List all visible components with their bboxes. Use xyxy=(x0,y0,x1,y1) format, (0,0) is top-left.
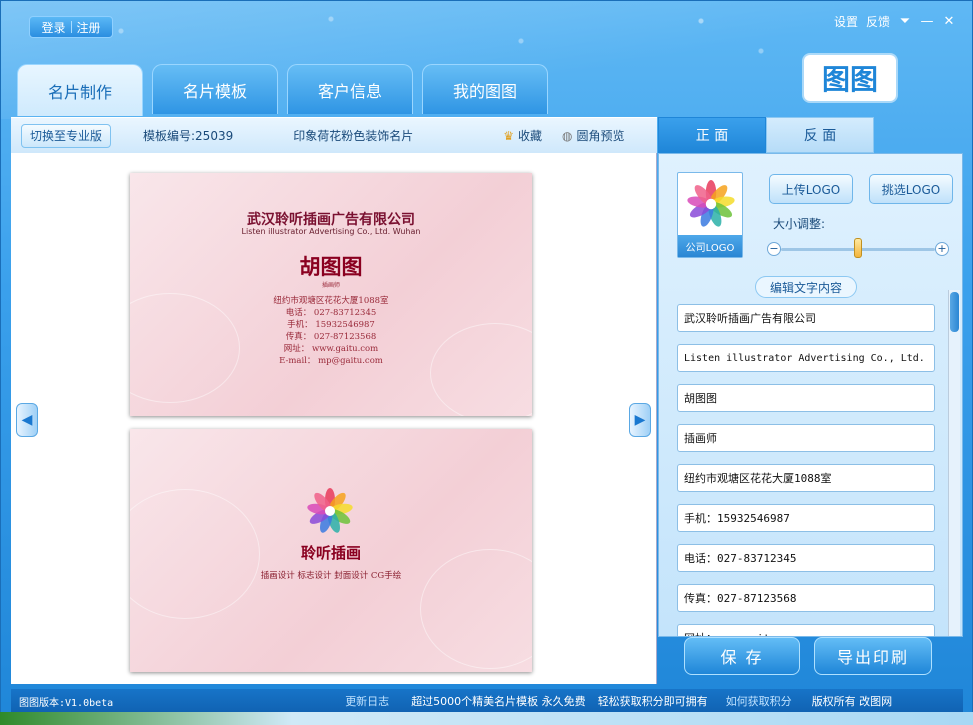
main-tabs: 名片制作 名片模板 客户信息 我的图图 xyxy=(17,64,548,116)
close-icon[interactable]: ✕ xyxy=(942,14,956,29)
desktop-background-strip xyxy=(0,712,973,725)
card-company: 武汉聆听插画广告有限公司 xyxy=(247,212,415,228)
favorite-label: 收藏 xyxy=(518,129,543,143)
auth-box: 登录 注册 xyxy=(29,16,113,38)
save-button[interactable]: 保 存 xyxy=(684,637,800,675)
round-preview-button[interactable]: ◍ 圆角预览 xyxy=(562,127,625,144)
preview-canvas: 武汉聆听插画广告有限公司 Listen illustrator Advertis… xyxy=(11,153,657,684)
card-email: E-mail： mp@gaitu.com xyxy=(279,356,383,366)
card-front-preview[interactable]: 武汉聆听插画广告有限公司 Listen illustrator Advertis… xyxy=(130,173,532,416)
card-tagline: 插画设计 标志设计 封面设计 CG手绘 xyxy=(260,571,402,581)
card-phone: 电话： 027-83712345 xyxy=(285,308,377,318)
side-tabs-filler xyxy=(874,117,963,153)
switch-pro-button[interactable]: 切换至专业版 xyxy=(21,123,111,148)
status-bar: 图图版本:V1.0beta 更新日志 超过5000个精美名片模板 永久免费 轻松… xyxy=(11,689,963,713)
card-mobile: 手机： 15932546987 xyxy=(287,320,375,330)
register-link[interactable]: 注册 xyxy=(72,19,106,36)
version-text: 图图版本:V1.0beta xyxy=(19,697,114,709)
scrollbar-thumb[interactable] xyxy=(950,292,959,332)
feedback-link[interactable]: 反馈 xyxy=(866,13,890,30)
flower-logo-icon xyxy=(687,180,735,227)
template-code: 模板编号:25039 xyxy=(143,129,234,143)
card-person-title: 插画师 xyxy=(321,282,340,289)
crown-icon: ♛ xyxy=(503,128,514,143)
side-tabs: 正 面 反 面 xyxy=(658,117,963,153)
copyright-text: 版权所有 改图网 xyxy=(811,695,893,708)
text-field-name[interactable]: 胡图图 xyxy=(677,384,935,412)
tab-customer-info[interactable]: 客户信息 xyxy=(287,64,413,114)
prev-arrow-icon[interactable]: ◀ xyxy=(16,403,38,437)
tab-front-side[interactable]: 正 面 xyxy=(658,117,766,153)
text-field-company[interactable]: 武汉聆听插画广告有限公司 xyxy=(677,304,935,332)
card-back-preview[interactable]: 聆听插画 插画设计 标志设计 封面设计 CG手绘 xyxy=(130,429,532,672)
text-field-fax[interactable]: 传真：027-87123568 xyxy=(677,584,935,612)
round-corner-icon: ◍ xyxy=(562,128,573,143)
flower-logo-icon xyxy=(307,488,353,533)
card-contact-lines: 纽约市观塘区花花大厦1088室 电话： 027-83712345 手机： 159… xyxy=(130,295,532,367)
minimize-icon[interactable]: — xyxy=(920,14,934,29)
app-window: 登录 注册 设置 反馈 ⏷ — ✕ 图图 名片制作 名片模板 客户信息 我的图图… xyxy=(0,0,973,725)
editor-toolbar: 切换至专业版 模板编号:25039 印象荷花粉色装饰名片 ♛ 收藏 ◍ 圆角预览 xyxy=(11,117,657,153)
fields-scrollbar[interactable] xyxy=(948,290,960,636)
points-text: 轻松获取积分即可拥有 xyxy=(597,695,708,708)
card-web: 网址： www.gaitu.com xyxy=(283,344,379,354)
text-field-company-en[interactable]: Listen illustrator Advertising Co., Ltd. xyxy=(677,344,935,372)
tab-card-make[interactable]: 名片制作 xyxy=(17,64,143,116)
card-company-en: Listen illustrator Advertising Co., Ltd.… xyxy=(241,227,421,236)
upload-logo-button[interactable]: 上传LOGO xyxy=(769,174,853,204)
text-field-web[interactable]: 网址：www.gaitu.com xyxy=(677,624,935,636)
logo-size-slider[interactable]: − + xyxy=(767,238,949,258)
tab-back-side[interactable]: 反 面 xyxy=(766,117,874,153)
slider-knob[interactable] xyxy=(854,238,862,258)
template-name: 印象荷花粉色装饰名片 xyxy=(293,129,414,143)
edit-panel: 公司LOGO 上传LOGO 挑选LOGO 大小调整: − + 编辑文字内容 武汉… xyxy=(658,153,963,637)
card-brand: 聆听插画 xyxy=(300,544,361,562)
card-fax: 传真： 027-87123568 xyxy=(285,332,377,342)
size-adjust-label: 大小调整: xyxy=(773,217,826,231)
menu-dropdown-icon[interactable]: ⏷ xyxy=(898,14,912,29)
favorite-button[interactable]: ♛ 收藏 xyxy=(503,127,542,144)
app-logo: 图图 xyxy=(804,55,896,101)
text-field-phone[interactable]: 电话：027-83712345 xyxy=(677,544,935,572)
logo-caption: 公司LOGO xyxy=(678,235,742,257)
text-field-mobile[interactable]: 手机：15932546987 xyxy=(677,504,935,532)
company-logo-thumbnail[interactable]: 公司LOGO xyxy=(677,172,743,258)
text-fields-list: 武汉聆听插画广告有限公司 Listen illustrator Advertis… xyxy=(663,290,945,636)
card-person-name: 胡图图 xyxy=(299,254,363,279)
promo-text: 超过5000个精美名片模板 永久免费 xyxy=(411,695,586,708)
next-arrow-icon[interactable]: ▶ xyxy=(629,403,651,437)
changelog-link[interactable]: 更新日志 xyxy=(345,693,389,709)
plus-icon[interactable]: + xyxy=(935,242,949,256)
settings-link[interactable]: 设置 xyxy=(834,13,858,30)
lotus-decoration xyxy=(420,549,532,669)
round-preview-label: 圆角预览 xyxy=(576,129,625,143)
minus-icon[interactable]: − xyxy=(767,242,781,256)
window-controls: 设置 反馈 ⏷ — ✕ xyxy=(834,13,956,30)
how-points-link[interactable]: 如何获取积分 xyxy=(726,693,792,709)
text-field-address[interactable]: 纽约市观塘区花花大厦1088室 xyxy=(677,464,935,492)
card-address: 纽约市观塘区花花大厦1088室 xyxy=(273,296,389,306)
tab-card-templates[interactable]: 名片模板 xyxy=(152,64,278,114)
tab-my-tutu[interactable]: 我的图图 xyxy=(422,64,548,114)
export-print-button[interactable]: 导出印刷 xyxy=(814,637,932,675)
text-field-title[interactable]: 插画师 xyxy=(677,424,935,452)
login-link[interactable]: 登录 xyxy=(36,19,70,36)
pick-logo-button[interactable]: 挑选LOGO xyxy=(869,174,953,204)
